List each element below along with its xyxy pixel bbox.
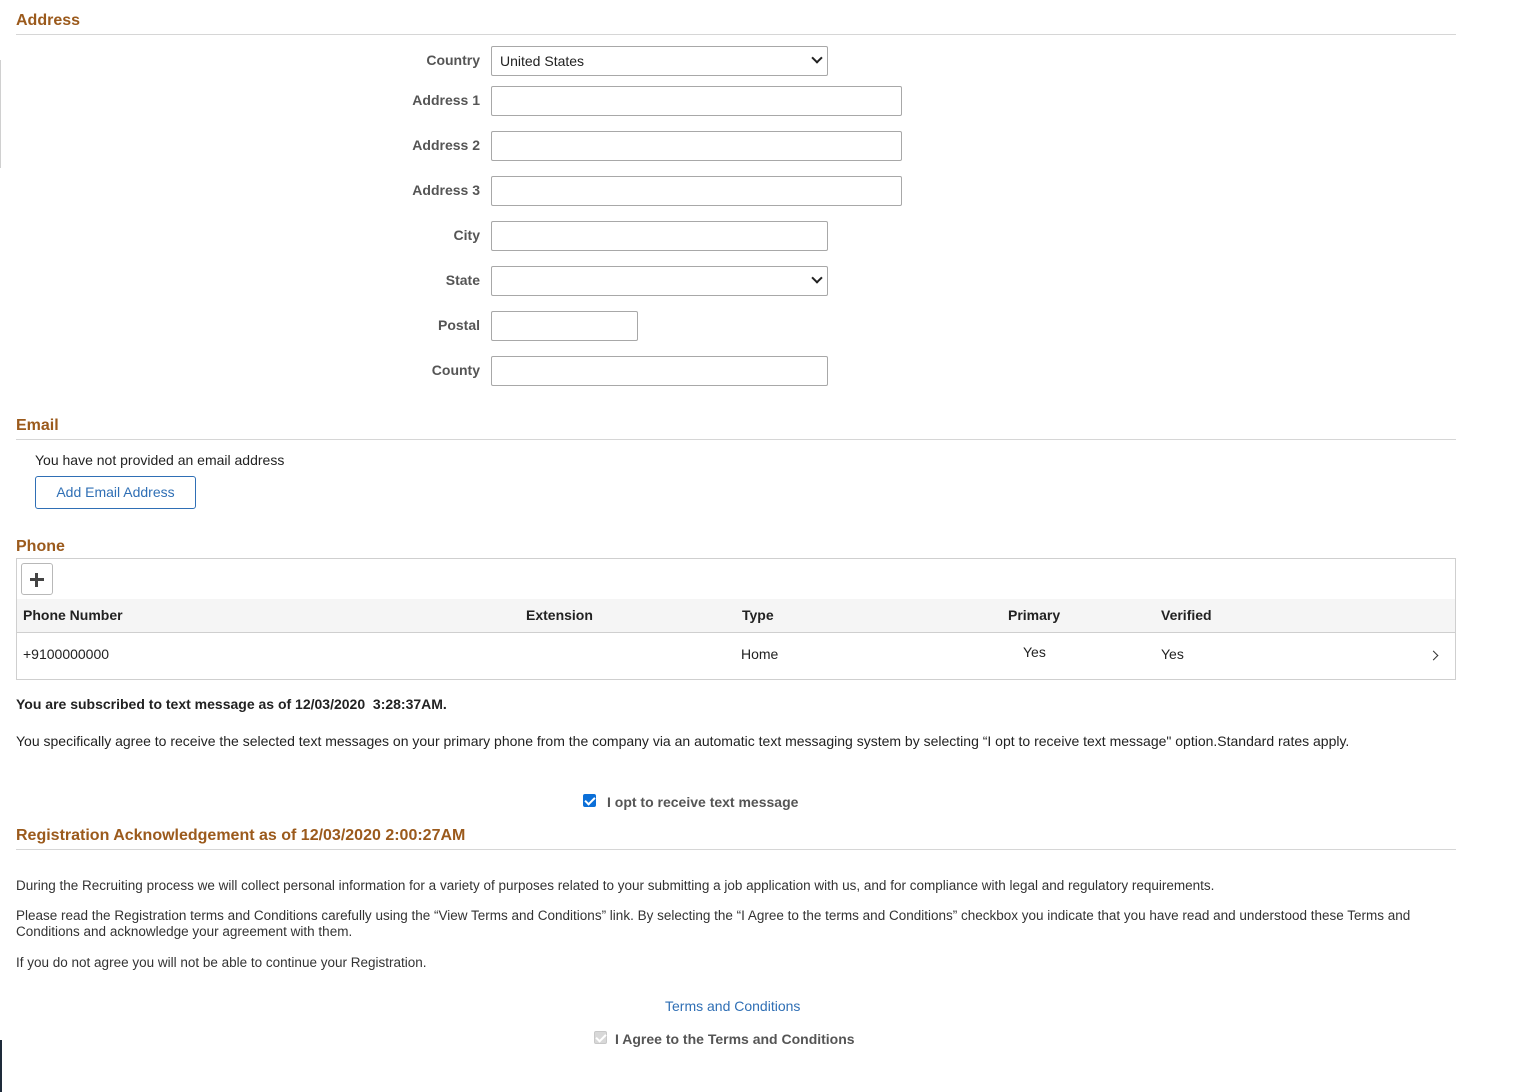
country-value: United States — [500, 53, 585, 69]
column-header-primary: Primary — [1008, 607, 1061, 623]
left-edge-marker — [0, 60, 1, 168]
city-input[interactable] — [491, 221, 828, 251]
postal-input[interactable] — [491, 311, 638, 341]
column-header-verified: Verified — [1161, 607, 1212, 623]
verified-cell: Yes — [1161, 646, 1184, 662]
text-message-agreement: You specifically agree to receive the se… — [16, 733, 1350, 749]
county-label: County — [431, 362, 480, 378]
add-email-address-button[interactable]: Add Email Address — [35, 476, 196, 509]
phone-section-title: Phone — [16, 538, 65, 555]
opt-in-text-label: I opt to receive text message — [607, 794, 799, 810]
county-input[interactable] — [491, 356, 828, 386]
left-edge-marker-bottom — [0, 1040, 2, 1092]
checkmark-icon — [595, 1031, 607, 1043]
checkmark-icon — [584, 794, 596, 806]
registration-section-title: Registration Acknowledgement as of 12/03… — [16, 827, 1456, 850]
chevron-down-icon — [811, 52, 823, 64]
add-phone-button[interactable] — [21, 563, 53, 595]
opt-in-text-checkbox[interactable] — [583, 794, 596, 807]
primary-cell: Yes — [1023, 644, 1046, 660]
email-section-title: Email — [16, 417, 1456, 440]
address1-input[interactable] — [491, 86, 902, 116]
chevron-right-icon[interactable] — [1428, 650, 1439, 661]
address2-label: Address 2 — [412, 137, 480, 153]
phone-number-cell: +9100000000 — [23, 646, 110, 662]
agree-terms-checkbox[interactable] — [594, 1031, 607, 1044]
state-select[interactable] — [491, 266, 828, 296]
country-label: Country — [426, 52, 480, 68]
registration-paragraph-1: During the Recruiting process we will co… — [16, 878, 1215, 893]
state-label: State — [445, 272, 480, 288]
address1-label: Address 1 — [412, 92, 480, 108]
email-empty-message: You have not provided an email address — [35, 452, 285, 468]
column-header-type: Type — [742, 607, 774, 623]
address-section-title: Address — [16, 12, 1456, 35]
address3-input[interactable] — [491, 176, 902, 206]
registration-paragraph-2: Please read the Registration terms and C… — [16, 908, 1411, 939]
terms-and-conditions-link[interactable]: Terms and Conditions — [665, 998, 800, 1014]
address3-label: Address 3 — [412, 182, 480, 198]
city-label: City — [453, 227, 480, 243]
phone-grid: Phone Number Extension Type Primary Veri… — [16, 558, 1456, 680]
column-header-extension: Extension — [526, 607, 593, 623]
subscribed-text: You are subscribed to text message as of… — [16, 696, 447, 712]
phone-grid-header: Phone Number Extension Type Primary Veri… — [17, 599, 1455, 633]
registration-paragraph-3: If you do not agree you will not be able… — [16, 955, 427, 970]
phone-grid-toolbar — [17, 559, 1455, 600]
agree-terms-label: I Agree to the Terms and Conditions — [615, 1031, 855, 1047]
column-header-phone-number: Phone Number — [23, 607, 123, 623]
country-select[interactable]: United States — [491, 46, 828, 76]
postal-label: Postal — [437, 317, 480, 333]
address2-input[interactable] — [491, 131, 902, 161]
chevron-down-icon — [811, 272, 823, 284]
type-cell: Home — [741, 646, 779, 662]
